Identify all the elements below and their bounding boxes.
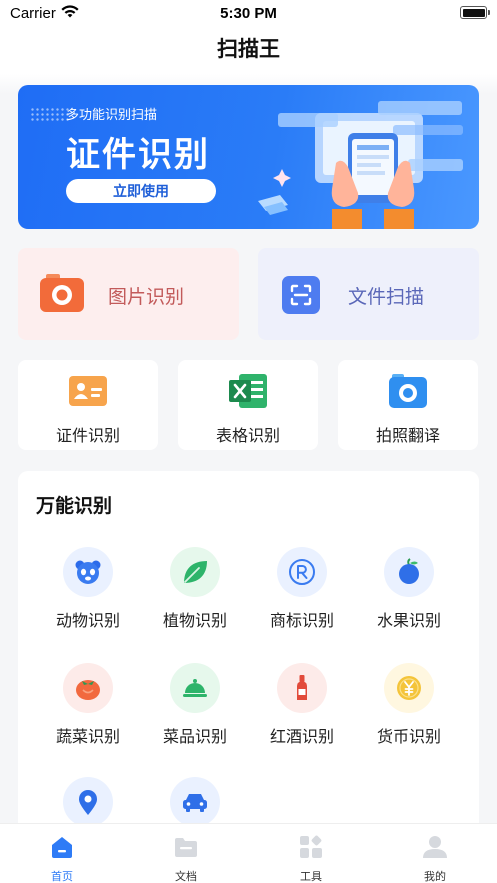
tab-tools-label: 工具 bbox=[300, 871, 322, 883]
camera-icon bbox=[40, 274, 84, 312]
use-now-button[interactable]: 立即使用 bbox=[66, 179, 216, 203]
dish-recognition-item[interactable]: 菜品识别 bbox=[145, 663, 245, 753]
fruit-recognition-item[interactable]: 水果识别 bbox=[359, 547, 459, 637]
excel-icon bbox=[229, 374, 267, 408]
page-title: 扫描王 bbox=[217, 38, 280, 61]
tab-home-label: 首页 bbox=[51, 871, 73, 883]
leaf-icon bbox=[184, 561, 207, 583]
scan-icon bbox=[282, 276, 320, 314]
trademark-recognition-label: 商标识别 bbox=[269, 613, 334, 630]
wine-recognition-item[interactable]: 红酒识别 bbox=[252, 663, 352, 753]
home-icon bbox=[52, 837, 72, 858]
photo-translate-label: 拍照翻译 bbox=[375, 428, 440, 445]
banner-title: 证件识别 bbox=[66, 136, 210, 174]
currency-recognition-label: 货币识别 bbox=[376, 729, 441, 746]
wine-recognition-label: 红酒识别 bbox=[269, 729, 334, 746]
apple-icon bbox=[399, 558, 419, 584]
fruit-recognition-label: 水果识别 bbox=[376, 613, 441, 630]
dots-decoration bbox=[30, 107, 70, 123]
animal-recognition-label: 动物识别 bbox=[55, 613, 120, 630]
id-card-label: 证件识别 bbox=[55, 428, 120, 445]
clock: 5:30 PM bbox=[220, 5, 277, 22]
tab-documents[interactable]: 文档 bbox=[146, 834, 226, 883]
tomato-icon bbox=[76, 680, 100, 700]
dish-recognition-label: 菜品识别 bbox=[162, 729, 227, 746]
banner-subtitle: 多功能识别扫描 bbox=[66, 107, 158, 122]
document-scan-label: 文件扫描 bbox=[348, 287, 425, 308]
tab-bar: 首页 文档 工具 我的 bbox=[0, 823, 497, 883]
tab-tools[interactable]: 工具 bbox=[271, 834, 351, 883]
currency-recognition-item[interactable]: 货币识别 bbox=[359, 663, 459, 753]
registered-icon bbox=[289, 559, 315, 585]
image-recognition-label: 图片识别 bbox=[108, 287, 185, 308]
table-recognition-card[interactable]: 表格识别 bbox=[178, 360, 318, 450]
car-icon bbox=[183, 794, 207, 812]
animal-recognition-item[interactable]: 动物识别 bbox=[38, 547, 138, 637]
plant-recognition-item[interactable]: 植物识别 bbox=[145, 547, 245, 637]
trademark-recognition-item[interactable]: 商标识别 bbox=[252, 547, 352, 637]
panda-icon bbox=[75, 560, 101, 584]
tab-documents-label: 文档 bbox=[175, 871, 197, 883]
folder-icon bbox=[175, 838, 197, 857]
document-scan-card[interactable]: 文件扫描 bbox=[258, 248, 479, 340]
tab-profile[interactable]: 我的 bbox=[395, 834, 475, 883]
image-recognition-card[interactable]: 图片识别 bbox=[18, 248, 239, 340]
vegetable-recognition-label: 蔬菜识别 bbox=[55, 729, 120, 746]
translate-camera-icon bbox=[389, 374, 427, 408]
universal-recognition-panel: 万能识别 动物识别 植物识别 商标识别 水果识别 蔬菜识别 菜品识别 红酒识别 … bbox=[18, 471, 479, 871]
dish-cloche-icon bbox=[183, 679, 207, 697]
profile-icon bbox=[423, 836, 447, 858]
vegetable-recognition-item[interactable]: 蔬菜识别 bbox=[38, 663, 138, 753]
section-heading: 万能识别 bbox=[36, 496, 113, 517]
wine-bottle-icon bbox=[297, 675, 307, 700]
tab-home[interactable]: 首页 bbox=[22, 834, 102, 883]
banner-illustration-icon bbox=[258, 101, 463, 229]
battery-icon bbox=[460, 6, 490, 19]
table-recognition-label: 表格识别 bbox=[215, 428, 280, 445]
promo-banner[interactable]: 多功能识别扫描 证件识别 立即使用 bbox=[18, 85, 479, 229]
plant-recognition-label: 植物识别 bbox=[162, 613, 227, 630]
status-bar: Carrier 5:30 PM bbox=[0, 0, 497, 26]
photo-translate-card[interactable]: 拍照翻译 bbox=[338, 360, 478, 450]
location-pin-icon bbox=[79, 790, 97, 815]
id-card-recognition-card[interactable]: 证件识别 bbox=[18, 360, 158, 450]
tools-icon bbox=[300, 835, 322, 858]
navigation-bar: 扫描王 bbox=[0, 26, 497, 74]
id-card-icon bbox=[69, 376, 107, 406]
coin-icon bbox=[397, 676, 421, 700]
tab-profile-label: 我的 bbox=[424, 871, 446, 883]
